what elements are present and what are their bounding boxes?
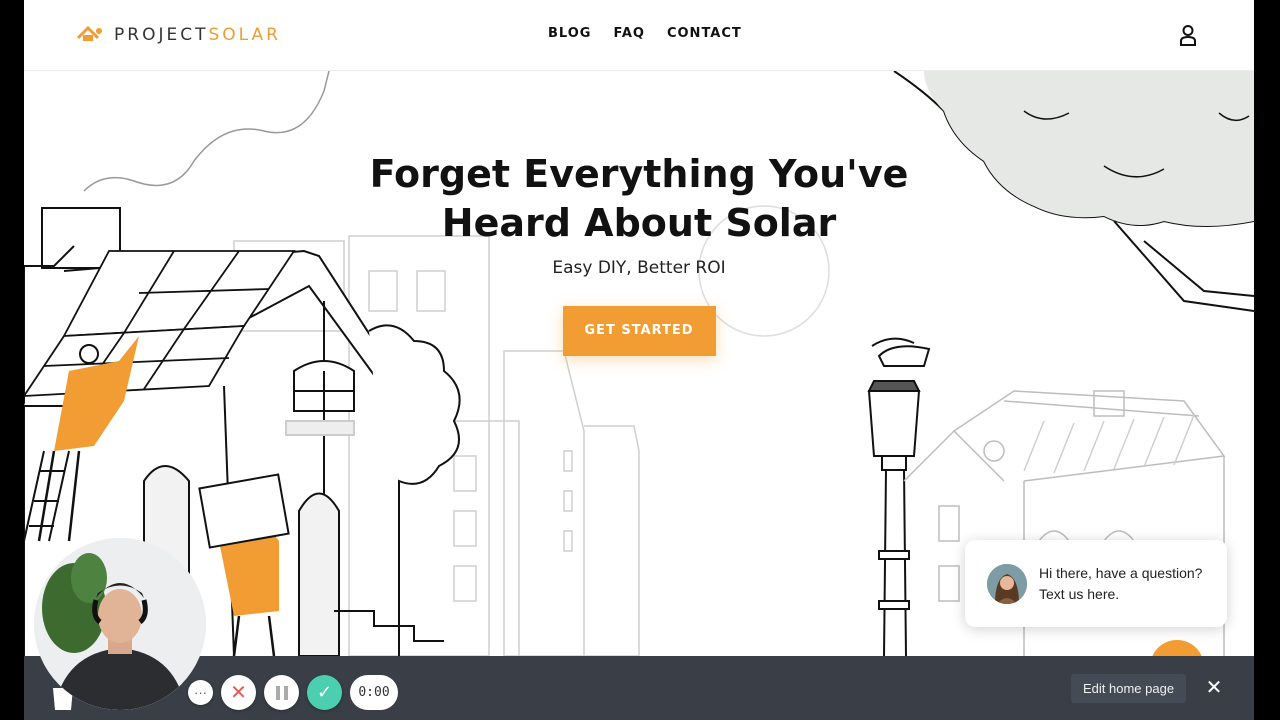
nav-item-contact[interactable]: CONTACT: [667, 26, 742, 41]
confirm-recording-button[interactable]: ✓: [307, 675, 342, 710]
webcam-overlay: [34, 538, 206, 710]
pause-icon: [275, 685, 288, 700]
recording-timer: 0:00: [350, 675, 398, 710]
nav-item-blog[interactable]: BLOG: [548, 26, 591, 41]
pause-button[interactable]: [264, 675, 299, 710]
presenter-video-icon: [34, 538, 206, 710]
avatar-image-icon: [987, 563, 1027, 604]
close-icon[interactable]: ✕: [1204, 678, 1224, 698]
chat-agent-avatar: [987, 563, 1027, 604]
logo-text: PROJECTSOLAR: [114, 25, 281, 45]
chat-widget[interactable]: Hi there, have a question? Text us here.: [965, 540, 1227, 627]
page: PROJECTSOLAR BLOG FAQ CONTACT Forget Eve…: [24, 0, 1254, 720]
main-nav: BLOG FAQ CONTACT: [548, 26, 742, 41]
cancel-recording-button[interactable]: ✕: [221, 675, 256, 710]
hero-section: Forget Everything You've Heard About Sol…: [24, 150, 1254, 356]
user-icon: [1180, 25, 1196, 46]
get-started-button[interactable]: GET STARTED: [562, 306, 716, 356]
recording-controls: ··· ✕ ✓ 0:00: [188, 675, 398, 710]
logo[interactable]: PROJECTSOLAR: [76, 24, 281, 46]
chat-message: Hi there, have a question? Text us here.: [1039, 564, 1203, 602]
sun-house-logo-icon: [76, 25, 102, 41]
hero-title: Forget Everything You've Heard About Sol…: [369, 152, 909, 245]
account-button[interactable]: [1178, 24, 1198, 51]
site-header: PROJECTSOLAR BLOG FAQ CONTACT: [24, 0, 1254, 71]
nav-item-faq[interactable]: FAQ: [613, 26, 645, 41]
more-dots-icon[interactable]: ···: [188, 680, 213, 705]
hero-subtitle: Easy DIY, Better ROI: [552, 258, 726, 278]
edit-home-page-button[interactable]: Edit home page: [1071, 674, 1187, 703]
